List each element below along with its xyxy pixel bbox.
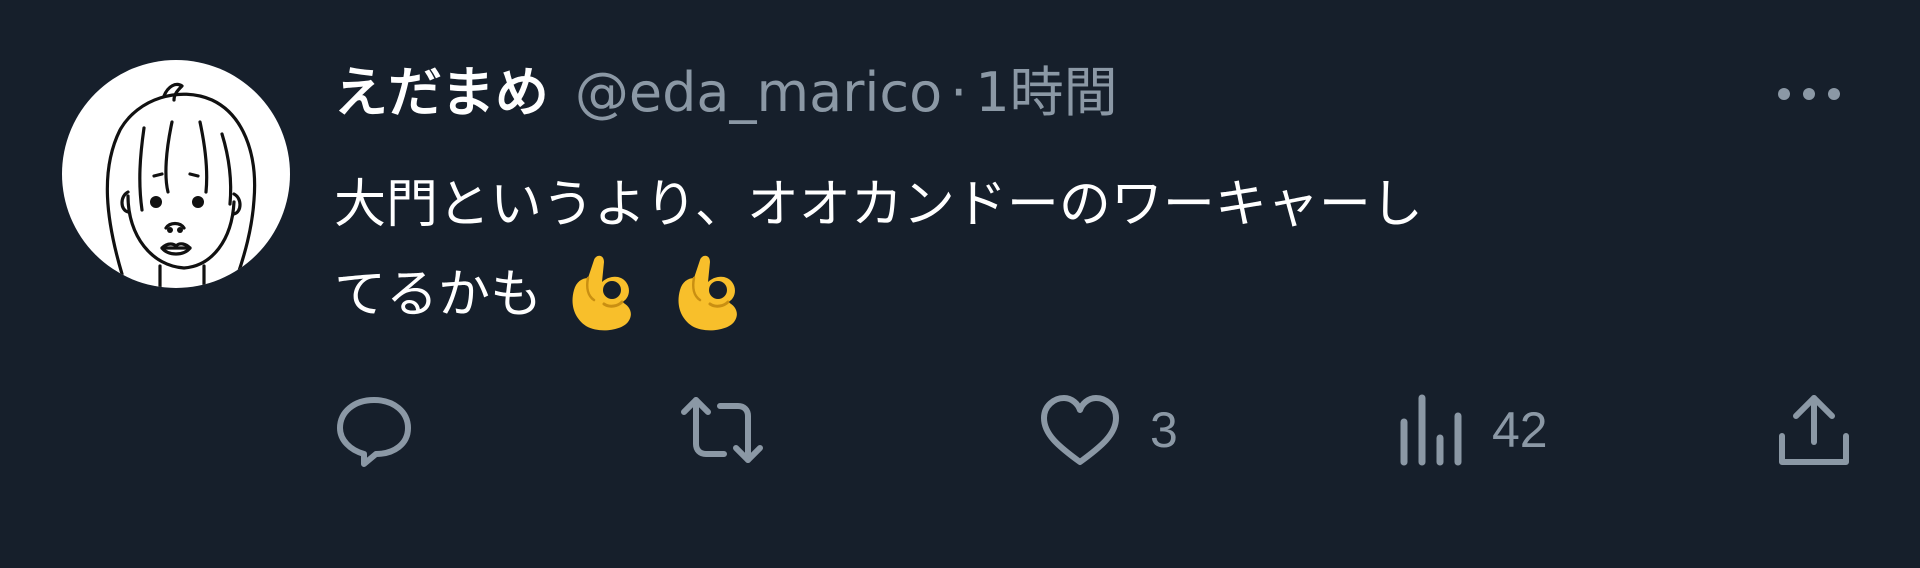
separator-dot: · [950, 61, 968, 124]
like-count: 3 [1150, 402, 1178, 458]
share-icon [1779, 395, 1849, 465]
views-button[interactable]: 42 [1396, 392, 1548, 468]
retweet-icon [681, 397, 763, 463]
tweet-text: 大門というより、オオカンドーのワーキャーし てるかも [334, 160, 1864, 340]
tweet-text-line: 大門というより、オオカンドーのワーキャーし [334, 175, 1423, 235]
display-name[interactable]: えだまめ [334, 58, 549, 128]
more-icon [1778, 88, 1840, 100]
user-handle[interactable]: @eda_marico [575, 58, 942, 128]
avatar[interactable] [62, 60, 290, 288]
more-options-button[interactable] [1772, 74, 1846, 114]
views-icon [1400, 394, 1462, 466]
timestamp[interactable]: 1時間 [975, 58, 1117, 128]
like-icon [1041, 395, 1119, 465]
tweet-actions-bar: 3 42 [0, 380, 1920, 480]
tweet-header: えだまめ @eda_marico · 1時間 [334, 58, 1118, 128]
tweet-text-line: てるかも [334, 265, 543, 325]
share-button[interactable] [1776, 392, 1852, 468]
ok-hand-emoji-icon [678, 255, 737, 331]
retweet-button[interactable] [680, 392, 792, 468]
reply-icon [337, 397, 411, 467]
avatar-illustration [105, 82, 257, 288]
reply-button[interactable] [334, 392, 442, 468]
like-button[interactable]: 3 [1038, 392, 1178, 468]
view-count: 42 [1492, 402, 1548, 458]
tweet-card[interactable]: えだまめ @eda_marico · 1時間 大門というより、オオカンドーのワー… [0, 0, 1920, 568]
ok-hand-emoji-icon [572, 255, 631, 331]
tweet-text-line-2: てるかも [334, 250, 1864, 340]
